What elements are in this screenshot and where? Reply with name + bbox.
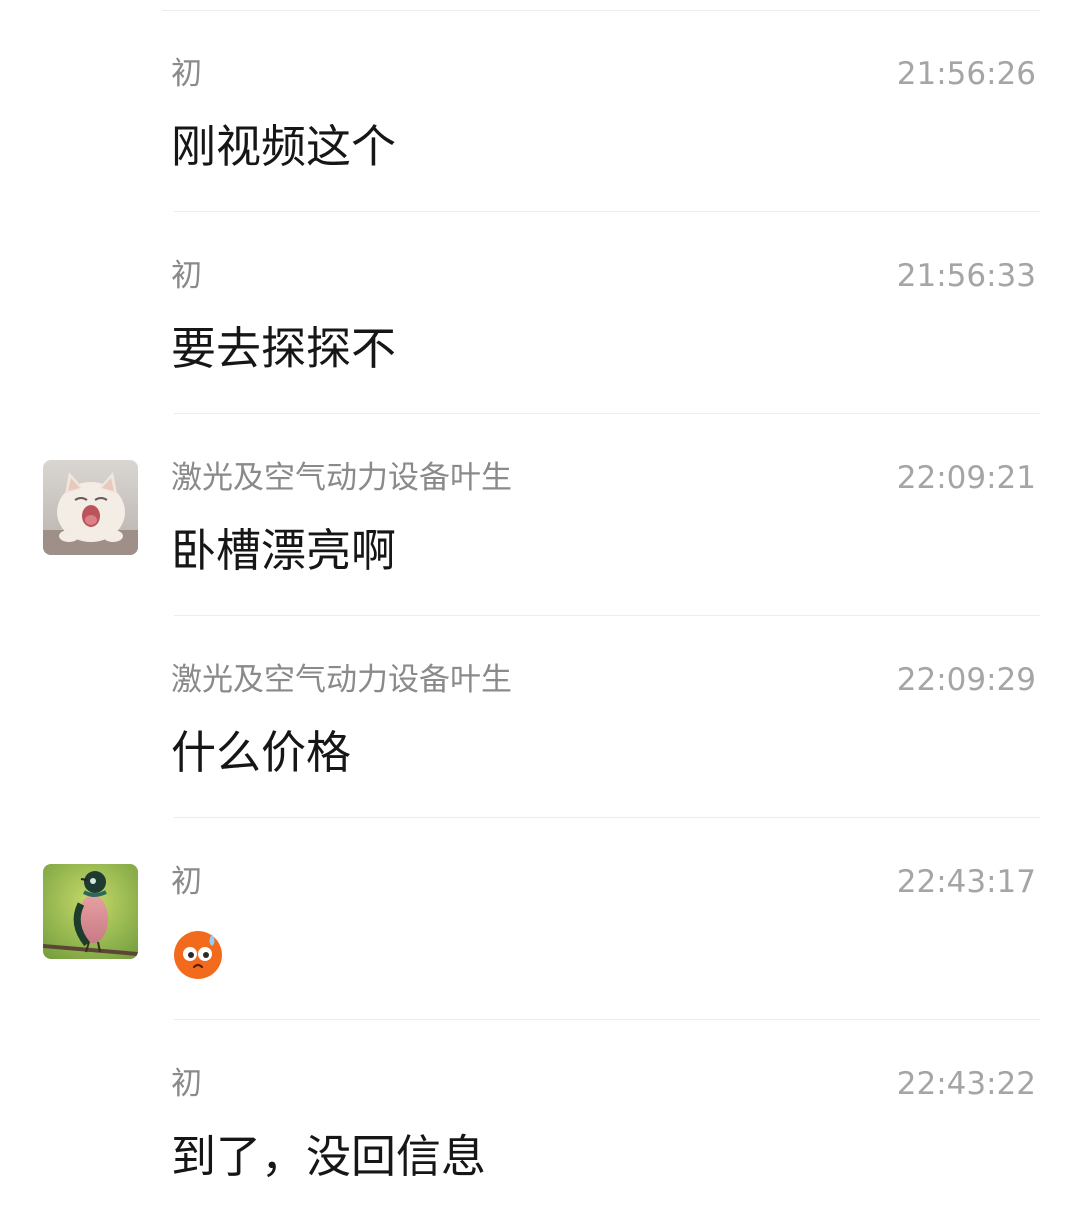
message-time: 22:43:17 <box>896 864 1036 900</box>
sender-name[interactable]: 初 <box>171 54 202 94</box>
cat-yawning-icon <box>43 460 138 555</box>
message-time: 22:09:29 <box>896 662 1036 698</box>
sweat-face-emoji[interactable] <box>172 928 224 980</box>
message-text[interactable]: 到了，没回信息 <box>171 1126 486 1188</box>
sender-name[interactable]: 激光及空气动力设备叶生 <box>171 458 512 498</box>
message-item[interactable]: 激光及空气动力设备叶生 22:09:21 卧槽漂亮啊 <box>0 414 1080 616</box>
message-item[interactable]: 初 22:43:17 <box>0 818 1080 1020</box>
bird-icon <box>43 864 138 959</box>
sender-name[interactable]: 初 <box>171 1064 202 1104</box>
message-time: 22:43:22 <box>896 1066 1036 1102</box>
message-time: 22:09:21 <box>896 460 1036 496</box>
message-text[interactable]: 什么价格 <box>171 722 351 784</box>
message-text[interactable]: 卧槽漂亮啊 <box>171 520 396 582</box>
sender-name[interactable]: 初 <box>171 862 202 902</box>
message-text[interactable]: 刚视频这个 <box>171 116 396 178</box>
sender-name[interactable]: 初 <box>171 256 202 296</box>
message-text[interactable]: 要去探探不 <box>171 318 396 380</box>
message-time: 21:56:33 <box>896 258 1036 294</box>
sweat-face-icon <box>174 931 222 979</box>
message-item[interactable]: 初 21:56:33 要去探探不 <box>0 212 1080 414</box>
message-time: 21:56:26 <box>896 56 1036 92</box>
bird-avatar[interactable] <box>43 864 138 959</box>
message-item[interactable]: 初 21:56:26 刚视频这个 <box>0 10 1080 212</box>
message-item[interactable]: 初 22:43:22 到了，没回信息 <box>0 1020 1080 1222</box>
message-item[interactable]: 激光及空气动力设备叶生 22:09:29 什么价格 <box>0 616 1080 818</box>
sender-name[interactable]: 激光及空气动力设备叶生 <box>171 660 512 700</box>
cat-avatar[interactable] <box>43 460 138 555</box>
